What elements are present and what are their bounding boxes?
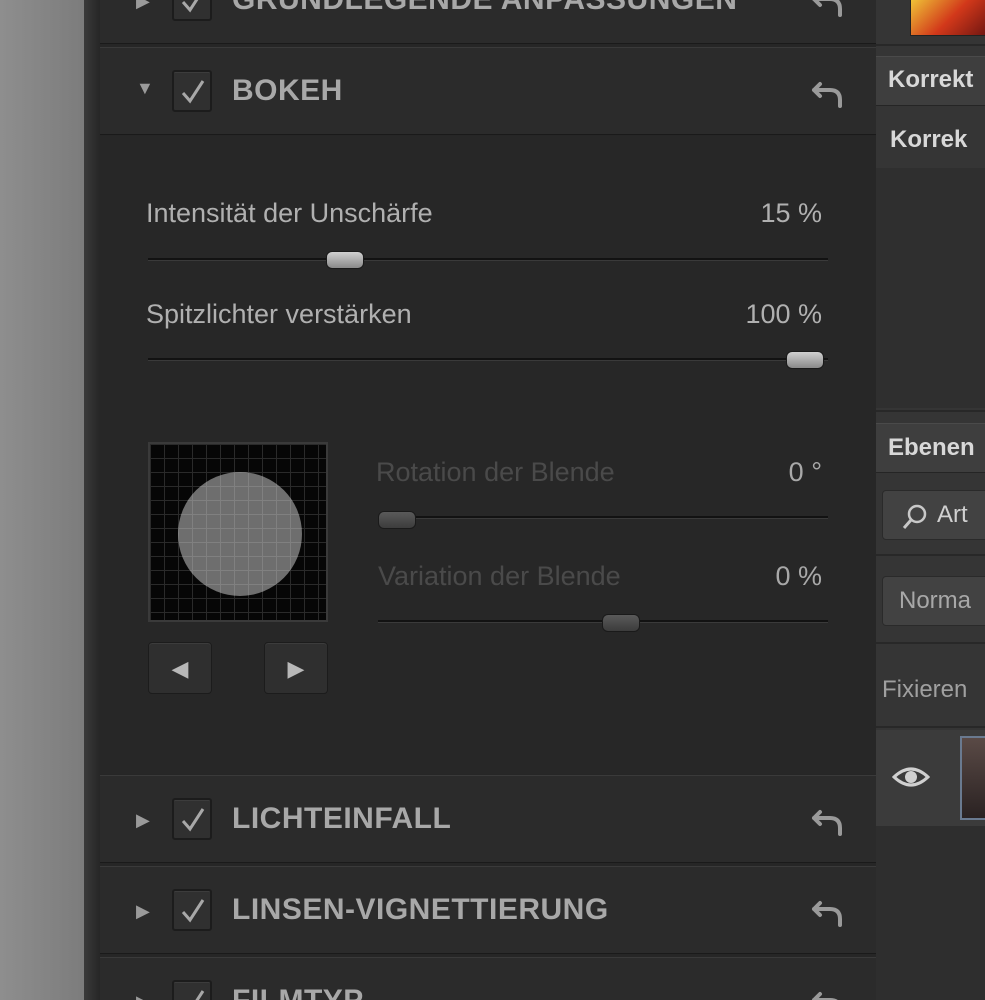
rotation-thumb[interactable] bbox=[378, 511, 416, 529]
reset-icon[interactable] bbox=[810, 893, 846, 929]
section-header-grundlegende[interactable]: ▶ GRUNDLEGENDE ANPASSUNGEN bbox=[100, 0, 876, 44]
section-header-lichteinfall[interactable]: ▶ LICHTEINFALL bbox=[100, 775, 876, 863]
divider bbox=[876, 44, 985, 46]
expand-arrow-icon[interactable]: ▶ bbox=[136, 0, 156, 11]
highlights-thumb[interactable] bbox=[786, 351, 824, 369]
search-icon bbox=[902, 504, 927, 529]
divider bbox=[876, 410, 985, 412]
checkmark-icon bbox=[181, 0, 199, 13]
layers-tab-label[interactable]: Ebenen bbox=[888, 434, 975, 462]
section-title: GRUNDLEGENDE ANPASSUNGEN bbox=[232, 0, 737, 17]
adjustments-tab-label[interactable]: Korrekt bbox=[888, 66, 973, 94]
adjustments-heading: Korrek bbox=[890, 126, 968, 153]
blur-intensity-value: 15 % bbox=[760, 198, 822, 228]
blend-mode-value: Norma bbox=[899, 587, 972, 614]
section-header-bokeh[interactable]: ▼ BOKEH bbox=[100, 47, 876, 135]
layer-row[interactable] bbox=[876, 730, 985, 826]
layer-filter-field[interactable]: Art bbox=[882, 490, 985, 540]
variation-thumb[interactable] bbox=[601, 614, 640, 632]
section-title: LINSEN-VIGNETTIERUNG bbox=[232, 893, 609, 926]
blur-intensity-thumb[interactable] bbox=[326, 251, 365, 269]
layer-filter-label: Art bbox=[937, 501, 968, 528]
rotation-track[interactable] bbox=[378, 516, 828, 519]
triangle-right-icon: ▶ bbox=[287, 656, 305, 681]
highlights-value: 100 % bbox=[745, 299, 822, 329]
bokeh-settings: Intensität der Unschärfe 15 % Spitzlicht… bbox=[100, 136, 876, 774]
highlights-track[interactable] bbox=[148, 358, 828, 361]
rotation-label: Rotation der Blende bbox=[376, 457, 615, 487]
adjustments-content bbox=[876, 168, 985, 408]
section-checkbox[interactable] bbox=[172, 980, 212, 1000]
aperture-shape-icon bbox=[150, 444, 326, 620]
section-title: BOKEH bbox=[232, 74, 343, 107]
section-header-vignettierung[interactable]: ▶ LINSEN-VIGNETTIERUNG bbox=[100, 866, 876, 954]
eye-icon[interactable] bbox=[892, 764, 930, 790]
rotation-value: 0 ° bbox=[788, 457, 822, 487]
checkmark-icon bbox=[195, 990, 205, 1000]
canvas-background bbox=[0, 0, 84, 1000]
lock-label: Fixieren bbox=[882, 676, 968, 703]
prev-aperture-button[interactable]: ◀ bbox=[148, 642, 212, 694]
triangle-left-icon: ◀ bbox=[171, 656, 189, 681]
section-checkbox[interactable] bbox=[172, 70, 212, 112]
layer-thumbnail[interactable] bbox=[960, 736, 985, 820]
gradient-swatch[interactable] bbox=[910, 0, 985, 36]
reset-icon[interactable] bbox=[810, 74, 846, 110]
reset-icon[interactable] bbox=[810, 0, 846, 19]
collapse-arrow-icon[interactable]: ▼ bbox=[136, 78, 156, 98]
section-title: LICHTEINFALL bbox=[232, 802, 452, 835]
right-panel: Korrekt Korrek Ebenen Art Norma Fixieren bbox=[876, 0, 985, 1000]
expand-arrow-icon[interactable]: ▶ bbox=[136, 810, 156, 830]
divider bbox=[876, 642, 985, 644]
checkmark-icon bbox=[181, 899, 205, 923]
filter-settings-panel: ▶ GRUNDLEGENDE ANPASSUNGEN ▼ BOKEH Inten… bbox=[100, 0, 876, 1000]
section-checkbox[interactable] bbox=[172, 0, 212, 21]
reset-icon[interactable] bbox=[810, 984, 846, 1000]
blur-intensity-label: Intensität der Unschärfe bbox=[146, 198, 433, 228]
aperture-preview bbox=[148, 442, 328, 622]
reset-icon[interactable] bbox=[810, 802, 846, 838]
next-aperture-button[interactable]: ▶ bbox=[264, 642, 328, 694]
divider bbox=[876, 554, 985, 556]
checkmark-icon bbox=[181, 808, 205, 832]
blend-mode-select[interactable]: Norma bbox=[882, 576, 985, 626]
highlights-label: Spitzlichter verstärken bbox=[146, 299, 412, 329]
section-title: FILMTYP bbox=[232, 984, 364, 1000]
expand-arrow-icon[interactable]: ▶ bbox=[136, 901, 156, 921]
section-checkbox[interactable] bbox=[172, 798, 212, 840]
variation-value: 0 % bbox=[775, 561, 822, 591]
section-checkbox[interactable] bbox=[172, 889, 212, 931]
variation-label: Variation der Blende bbox=[378, 561, 621, 591]
blur-intensity-track[interactable] bbox=[148, 258, 828, 261]
expand-arrow-icon[interactable]: ▶ bbox=[136, 992, 156, 1000]
section-header-filmtyp[interactable]: ▶ FILMTYP bbox=[100, 957, 876, 1000]
panel-edge bbox=[84, 0, 100, 1000]
divider bbox=[876, 726, 985, 728]
checkmark-icon bbox=[181, 80, 205, 104]
layers-list-empty bbox=[876, 826, 985, 1000]
